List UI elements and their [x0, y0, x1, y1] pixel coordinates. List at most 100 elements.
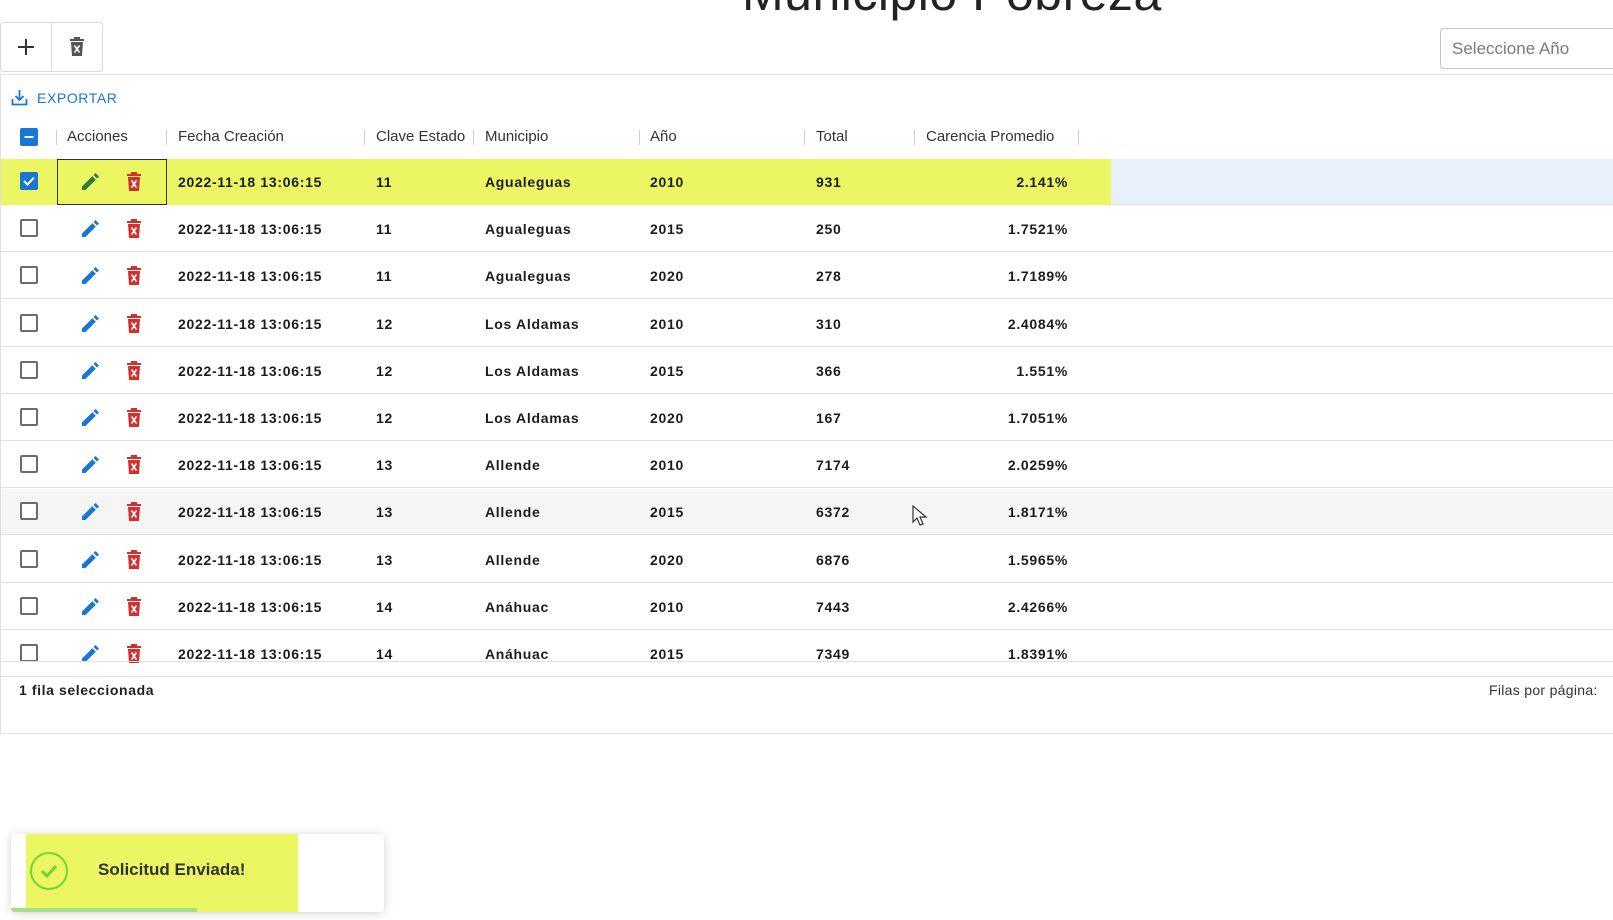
- edit-button[interactable]: [77, 452, 103, 478]
- table-row[interactable]: 2022-11-18 13:06:15 12 Los Aldamas 2020 167 1…: [1, 395, 1613, 441]
- row-checkbox[interactable]: [20, 313, 38, 332]
- table-row[interactable]: 2022-11-18 13:06:15 12 Los Aldamas 2010 310 2…: [1, 301, 1613, 347]
- cell-municipio: Los Aldamas: [485, 362, 580, 379]
- table-row[interactable]: 2022-11-18 13:06:15 14 Anáhuac 2010 7443 2.42…: [1, 584, 1613, 630]
- row-checkbox[interactable]: [20, 502, 38, 521]
- edit-button[interactable]: [77, 547, 103, 573]
- cell-municipio: Allende: [485, 551, 541, 568]
- delete-row-button[interactable]: [121, 405, 147, 431]
- edit-button[interactable]: [77, 405, 103, 431]
- delete-icon: [127, 219, 141, 239]
- delete-row-button[interactable]: [121, 263, 147, 289]
- edit-button[interactable]: [77, 358, 103, 384]
- cell-clave: 11: [376, 221, 393, 238]
- delete-row-button[interactable]: [121, 499, 147, 525]
- edit-button[interactable]: [77, 311, 103, 337]
- mouse-cursor-icon: [912, 505, 928, 526]
- select-all-checkbox[interactable]: [20, 128, 38, 146]
- page-title: Municipio Pobreza: [742, 0, 1162, 22]
- column-header-carencia[interactable]: Carencia Promedio: [926, 115, 1054, 159]
- row-checkbox[interactable]: [20, 219, 38, 238]
- table-row[interactable]: 2022-11-18 13:06:15 13 Allende 2015 6372 1.81…: [1, 489, 1613, 536]
- cell-clave: 12: [376, 362, 393, 379]
- grid-footer: 1 fila seleccionada Filas por página:: [1, 661, 1613, 734]
- pencil-icon: [82, 409, 99, 426]
- cell-total: 6372: [816, 504, 850, 521]
- delete-row-button[interactable]: [121, 547, 147, 573]
- delete-icon: [127, 266, 141, 286]
- cell-total: 167: [816, 410, 842, 426]
- toast-notification[interactable]: Solicitud Enviada!: [11, 834, 384, 912]
- rows-per-page-label: Filas por página:: [1489, 682, 1598, 698]
- year-select[interactable]: Seleccione Año: [1440, 28, 1613, 69]
- cell-carencia: 1.7521%: [1007, 221, 1068, 238]
- column-header-total[interactable]: Total: [816, 115, 848, 159]
- row-checkbox[interactable]: [20, 455, 38, 474]
- cell-total: 366: [816, 362, 842, 379]
- table-row[interactable]: 2022-11-18 13:06:15 13 Allende 2010 7174 2.02…: [1, 442, 1613, 489]
- cell-total: 250: [816, 221, 842, 238]
- add-button[interactable]: [1, 23, 51, 71]
- row-checkbox[interactable]: [20, 408, 38, 426]
- delete-row-button[interactable]: [121, 594, 147, 620]
- delete-row-button[interactable]: [121, 358, 147, 384]
- table-row[interactable]: 2022-11-18 13:06:15 11 Agualeguas 2015 250 1.…: [1, 206, 1613, 253]
- delete-row-button[interactable]: [121, 169, 147, 195]
- edit-button[interactable]: [77, 594, 103, 620]
- column-header-municipio[interactable]: Municipio: [485, 115, 548, 159]
- pencil-icon: [82, 314, 99, 332]
- cell-total: 931: [816, 174, 842, 190]
- row-checkbox[interactable]: [20, 360, 38, 379]
- column-header-fecha[interactable]: Fecha Creación: [178, 115, 284, 159]
- cell-anio: 2020: [650, 551, 684, 568]
- cell-municipio: Agualeguas: [485, 268, 572, 285]
- column-header-clave[interactable]: Clave Estado: [376, 115, 465, 159]
- cell-clave: 11: [376, 268, 393, 285]
- row-checkbox[interactable]: [20, 172, 38, 190]
- column-header-acciones[interactable]: Acciones: [67, 115, 128, 159]
- table-row[interactable]: 2022-11-18 13:06:15 11 Agualeguas 2020 278 1.…: [1, 253, 1613, 300]
- toast-message: Solicitud Enviada!: [98, 860, 246, 879]
- cell-anio: 2010: [650, 315, 684, 332]
- edit-button[interactable]: [77, 216, 103, 242]
- edit-button[interactable]: [77, 169, 103, 195]
- edit-button[interactable]: [77, 499, 103, 525]
- table-row[interactable]: 2022-11-18 13:06:15 11 Agualeguas 2010 931 2.…: [1, 159, 1613, 205]
- delete-icon: [127, 455, 141, 475]
- cell-carencia: 2.4266%: [1007, 598, 1068, 615]
- delete-row-button[interactable]: [121, 452, 147, 478]
- cell-anio: 2010: [650, 457, 684, 474]
- export-button[interactable]: EXPORTAR: [11, 89, 118, 106]
- row-checkbox[interactable]: [20, 549, 38, 568]
- delete-selected-button[interactable]: [51, 23, 102, 71]
- cell-anio: 2015: [650, 362, 684, 379]
- cell-carencia: 1.7189%: [1007, 268, 1068, 285]
- edit-button[interactable]: [77, 263, 103, 289]
- cell-carencia: 1.7051%: [1007, 410, 1068, 426]
- check-icon: [23, 176, 35, 186]
- delete-row-button[interactable]: [121, 311, 147, 337]
- delete-row-button[interactable]: [121, 216, 147, 242]
- cell-fecha: 2022-11-18 13:06:15: [178, 221, 323, 238]
- plus-icon: [18, 39, 34, 55]
- cell-total: 7443: [816, 598, 850, 615]
- row-checkbox[interactable]: [20, 266, 38, 285]
- cell-anio: 2015: [650, 504, 684, 521]
- row-checkbox[interactable]: [20, 596, 38, 615]
- cell-municipio: Allende: [485, 504, 541, 521]
- column-header-anio[interactable]: Año: [650, 115, 677, 159]
- cell-anio: 2010: [650, 174, 684, 190]
- cell-municipio: Los Aldamas: [485, 315, 580, 332]
- table-row[interactable]: 2022-11-18 13:06:15 12 Los Aldamas 2015 366 1…: [1, 348, 1613, 394]
- delete-icon: [127, 596, 141, 616]
- cell-fecha: 2022-11-18 13:06:15: [178, 457, 323, 474]
- pencil-icon: [82, 220, 99, 238]
- pencil-icon: [82, 597, 99, 615]
- table-row[interactable]: 2022-11-18 13:06:15 13 Allende 2020 6876 1.59…: [1, 537, 1613, 583]
- row-checkbox[interactable]: [20, 644, 38, 662]
- export-label: EXPORTAR: [37, 89, 118, 106]
- cell-fecha: 2022-11-18 13:06:15: [178, 410, 323, 426]
- selected-count: 1 fila seleccionada: [19, 682, 155, 698]
- cell-fecha: 2022-11-18 13:06:15: [178, 268, 323, 285]
- cell-municipio: Los Aldamas: [485, 410, 580, 426]
